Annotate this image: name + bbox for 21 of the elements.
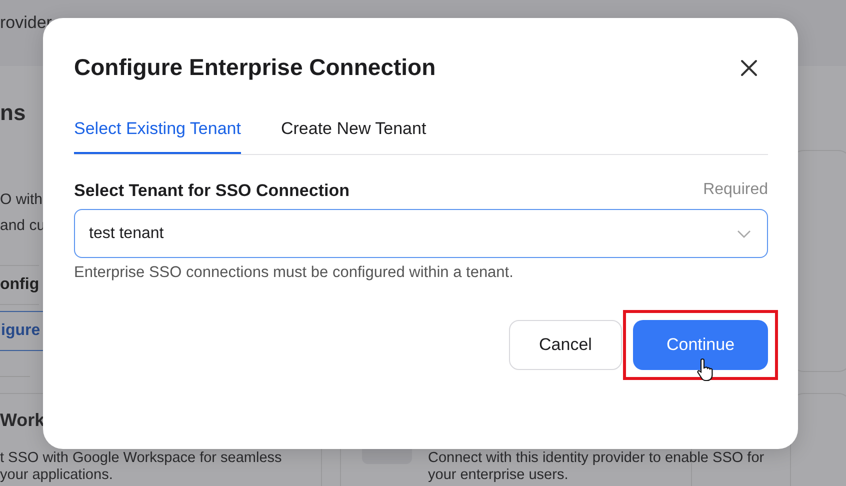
configure-button[interactable]: onfig — [0, 265, 40, 305]
card-description: your enterprise users. — [428, 467, 570, 484]
hand-cursor-icon — [696, 358, 714, 382]
tenant-select[interactable]: test tenant — [74, 209, 768, 258]
help-text: Enterprise SSO connections must be configured within a tenant. — [74, 264, 514, 282]
card-title: Work — [0, 410, 45, 431]
card-description: Connect with this identity provider to enable SSO for — [428, 450, 764, 467]
chevron-down-icon — [737, 230, 751, 238]
intro-text: rovider — [0, 13, 52, 33]
close-icon[interactable] — [740, 58, 758, 76]
field-label: Select Tenant for SSO Connection — [74, 181, 350, 201]
tab[interactable]: Create New Tenant — [280, 119, 426, 154]
card-description: t SSO with Google Workspace for seamless — [0, 450, 282, 467]
panel-heading: ns — [0, 100, 26, 126]
card-description: your applications. — [0, 467, 114, 484]
dialog-title: Configure Enterprise Connection — [74, 54, 436, 81]
tab[interactable]: Select Existing Tenant — [74, 119, 241, 154]
panel-description: O with — [0, 190, 44, 210]
cancel-button[interactable]: Cancel — [509, 320, 622, 370]
continue-button[interactable]: Continue — [633, 320, 768, 370]
required-text: Required — [703, 181, 768, 200]
